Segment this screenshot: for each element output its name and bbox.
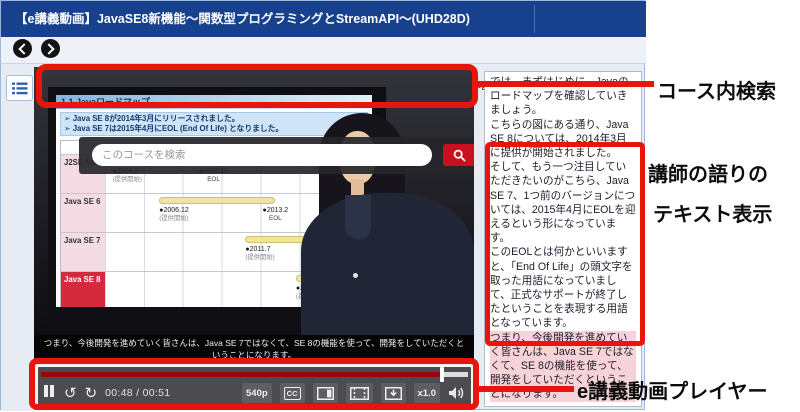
transcript-paragraph[interactable]: こちらの図にある通り、Java SE 8については、2014年3月に提供が開始さ… xyxy=(490,118,636,161)
side-panel-toggle-button[interactable] xyxy=(313,383,338,403)
slide-bullets: ➢ Java SE 8が2014年3月にリリースされました。 ➢ Java SE… xyxy=(60,112,368,136)
transcript-paragraph[interactable]: そして、もう一つ注目していただきたいのがこちら、Java SE 7、1つ前のバー… xyxy=(490,160,636,245)
time-display: 00:48 / 00:51 xyxy=(105,387,170,399)
caption-line: いうことになります。 xyxy=(34,349,474,361)
toc-list-icon xyxy=(12,82,28,95)
lapel-mic xyxy=(353,273,358,278)
slide-bullet: ➢ Java SE 7は2015年4月にEOL (End Of Life) とな… xyxy=(64,124,364,134)
titlebar-separator xyxy=(534,5,535,33)
film-download-icon xyxy=(385,387,402,400)
toc-panel-button[interactable] xyxy=(6,75,33,101)
slide-bullet: ➢ Java SE 8が2014年3月にリリースされました。 xyxy=(64,114,364,124)
subtitle-caption: つまり、今後開発を進めていく皆さんは、Java SE 7ではなくて、SE 8の機… xyxy=(34,335,474,363)
filmstrip-icon xyxy=(350,387,369,400)
annotation-label-player: e講義動画プレイヤー xyxy=(577,375,768,404)
cc-icon: CC xyxy=(284,387,301,400)
course-search-bar xyxy=(79,137,474,174)
presenter-neck xyxy=(351,179,364,195)
back-button[interactable] xyxy=(13,39,32,58)
quality-button[interactable]: 540p xyxy=(242,383,272,403)
app-window: 【e講義動画】JavaSE8新機能〜関数型プログラミングとStreamAPI〜(… xyxy=(0,0,645,410)
annotation-label-search: コース内検索 xyxy=(657,75,776,104)
chevron-right-icon xyxy=(43,43,54,54)
gantt-bar xyxy=(159,197,275,204)
volume-button[interactable] xyxy=(448,386,465,400)
toolbar: 戻る 中断 終了して目次へ xyxy=(1,37,646,64)
transcript-panel: では、まずはじめに、Javaのロードマップを確認していきましょう。 こちらの図に… xyxy=(484,71,642,407)
download-video-button[interactable] xyxy=(381,383,406,403)
window-title: 【e講義動画】JavaSE8新機能〜関数型プログラミングとStreamAPI〜(… xyxy=(15,12,470,26)
search-input[interactable] xyxy=(92,144,432,166)
chevron-left-icon xyxy=(18,43,29,54)
presenter-inner-top xyxy=(345,195,371,239)
progress-fill xyxy=(41,372,442,377)
video-area[interactable]: 1.1 Javaロードマップ ➢ Java SE 8が2014年3月にリリースさ… xyxy=(34,67,474,363)
video-player-bar: ↺ ↻ 00:48 / 00:51 540p CC xyxy=(36,365,473,409)
speed-button[interactable]: x1.0 xyxy=(414,383,441,403)
pause-button[interactable] xyxy=(44,384,56,402)
title-bar: 【e講義動画】JavaSE8新機能〜関数型プログラミングとStreamAPI〜(… xyxy=(1,1,646,37)
skip-forward-button[interactable]: ↻ xyxy=(85,386,98,401)
replay-button[interactable]: ↺ xyxy=(64,386,77,401)
panel-layout-icon xyxy=(317,387,334,400)
left-icon-strip xyxy=(1,64,34,411)
search-button[interactable] xyxy=(443,144,474,166)
transcript-paragraph[interactable]: このEOLとは何かといいますと、「End Of Life」の頭文字を取った用語に… xyxy=(490,245,636,330)
filmstrip-view-button[interactable] xyxy=(346,383,373,403)
annotation-label-transcript-2: テキスト表示 xyxy=(653,198,772,227)
caption-line: つまり、今後開発を進めていく皆さんは、Java SE 7ではなくて、SE 8の機… xyxy=(34,337,474,349)
search-icon xyxy=(453,149,466,162)
forward-button[interactable] xyxy=(41,39,60,58)
annotation-label-transcript-1: 講師の語りの xyxy=(648,158,768,187)
captions-button[interactable]: CC xyxy=(280,383,305,403)
player-controls: ↺ ↻ 00:48 / 00:51 540p CC xyxy=(44,380,465,406)
transcript-paragraph[interactable]: では、まずはじめに、Javaのロードマップを確認していきましょう。 xyxy=(490,75,636,118)
progress-bar[interactable] xyxy=(41,372,468,377)
slide-heading: 1.1 Javaロードマップ xyxy=(56,95,372,109)
